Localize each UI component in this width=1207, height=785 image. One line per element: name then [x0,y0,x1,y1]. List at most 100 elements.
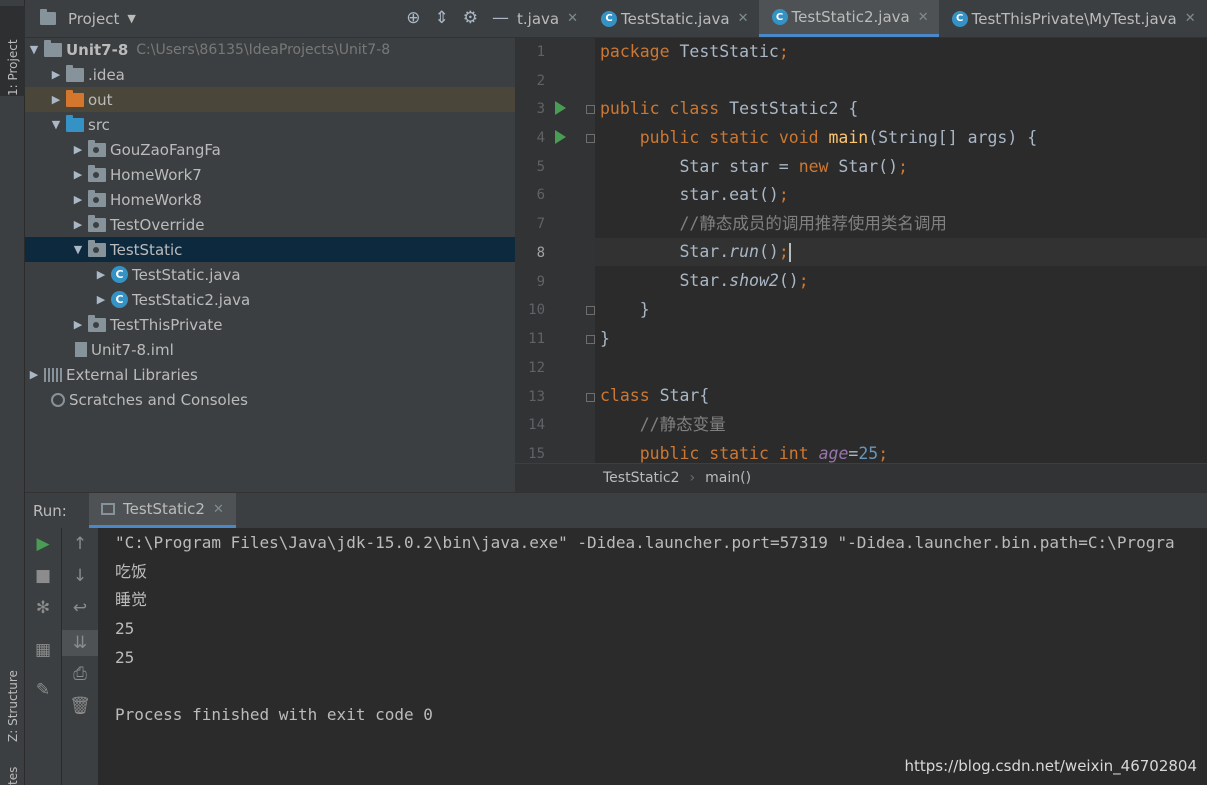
module-folder-icon [44,39,62,57]
run-method-icon[interactable] [555,130,566,144]
rerun-icon[interactable]: ▶ [25,534,61,554]
code-line: //静态成员的调用推荐使用类名调用 [679,214,947,233]
run-tab-label: TestStatic2 [123,500,205,518]
close-icon[interactable]: ✕ [567,11,578,26]
run-class-icon[interactable] [555,101,566,115]
close-icon[interactable]: ✕ [918,10,929,25]
tree-item-idea[interactable]: ▶ .idea [25,62,515,87]
chevron-down-icon[interactable]: ▼ [71,243,85,256]
chevron-right-icon[interactable]: ▶ [94,268,108,281]
java-class-icon: C [111,266,128,283]
tree-item-testthisprivate[interactable]: ▶ TestThisPrivate [25,312,515,337]
chevron-right-icon[interactable]: ▶ [71,218,85,231]
package-icon [88,189,106,207]
java-class-icon: C [951,10,968,27]
chevron-right-icon[interactable]: ▶ [27,368,41,381]
code-line: public static void main(String[] args) { [639,128,1038,147]
line-number: 11 [528,331,545,347]
tree-item-unit7-8-iml[interactable]: Unit7-8.iml [25,337,515,362]
project-tool-tab[interactable]: 1: Project [0,6,25,96]
close-icon[interactable]: ✕ [213,502,224,517]
console-line: 25 [115,619,135,638]
breadcrumb-class[interactable]: TestStatic2 [603,470,680,486]
line-number: 15 [528,446,545,462]
soft-wrap-icon[interactable]: ↩ [62,598,98,618]
tree-item-teststatic2-java[interactable]: ▶ C TestStatic2.java [25,287,515,312]
package-icon [88,239,106,257]
fold-icon[interactable] [586,393,595,402]
tree-item-homework7[interactable]: ▶ HomeWork7 [25,162,515,187]
collapse-all-icon[interactable]: ⇕ [435,8,449,28]
console-output[interactable]: "C:\Program Files\Java\jdk-15.0.2\bin\ja… [98,528,1207,785]
libraries-icon [44,367,62,382]
tree-item-src[interactable]: ▼ src [25,112,515,137]
run-panel-label: Run: [33,501,67,520]
hide-icon[interactable]: — [492,8,509,28]
project-tool-tab-label: 1: Project [5,39,20,96]
console-icon [101,503,115,515]
code-line: package TestStatic; [600,42,789,61]
chevron-down-icon[interactable]: ▼ [127,12,135,25]
print-icon[interactable]: ⎙ [62,664,98,684]
pin-icon[interactable]: ✎ [25,680,61,700]
gear-icon[interactable]: ⚙ [463,8,478,28]
run-panel-header: Run: TestStatic2 ✕ [25,492,1207,528]
favorites-tool-tab[interactable]: tes [0,765,25,785]
chevron-down-icon[interactable]: ▼ [27,43,41,56]
chevron-right-icon[interactable]: ▶ [49,93,63,106]
tree-item-homework8[interactable]: ▶ HomeWork8 [25,187,515,212]
editor-tab-bar: t.java ✕ C TestStatic.java ✕ C TestStati… [515,0,1207,38]
source-folder-icon [66,114,84,132]
trash-icon[interactable]: 🗑 [62,696,98,716]
project-view-selector[interactable]: Project [68,10,119,28]
tree-item-label: TestStatic2.java [132,290,251,309]
editor-tab-mytest[interactable]: C TestThisPrivate\MyTest.java ✕ [939,0,1206,37]
layout-icon[interactable]: ▦ [25,640,61,660]
tree-item-external-libraries[interactable]: ▶ External Libraries [25,362,515,387]
chevron-down-icon[interactable]: ▼ [49,118,63,131]
breadcrumb-method[interactable]: main() [705,470,751,486]
chevron-right-icon[interactable]: ▶ [71,168,85,181]
fold-icon[interactable] [586,105,595,114]
line-number: 7 [536,216,545,232]
code-line: Star.run(); [600,242,791,262]
editor-tab-partial[interactable]: t.java ✕ [515,0,588,37]
code-editor[interactable]: package TestStatic; public class TestSta… [595,38,1207,463]
tree-item-out[interactable]: ▶ out [25,87,515,112]
tree-item-teststatic-java[interactable]: ▶ C TestStatic.java [25,262,515,287]
line-number: 12 [528,360,545,376]
run-toolbar-secondary: ↑ ↓ ↩ ⇊ ⎙ 🗑 [61,528,98,785]
tree-item-unit7-8[interactable]: ▼ Unit7-8 C:\Users\86135\IdeaProjects\Un… [25,37,515,62]
run-tab-teststatic2[interactable]: TestStatic2 ✕ [89,493,236,528]
tree-item-scratches[interactable]: Scratches and Consoles [25,387,515,412]
code-line: Star.show2(); [600,271,809,290]
chevron-right-icon[interactable]: ▶ [49,68,63,81]
restore-layout-icon[interactable]: ✻ [25,598,61,618]
chevron-right-icon[interactable]: ▶ [71,318,85,331]
scroll-to-end-icon[interactable]: ⇊ [62,630,98,656]
arrow-up-icon[interactable]: ↑ [62,534,98,554]
tree-item-teststatic[interactable]: ▼ TestStatic [25,237,515,262]
tree-item-label: External Libraries [66,365,198,384]
fold-icon[interactable] [586,306,595,315]
close-icon[interactable]: ✕ [738,11,749,26]
tree-item-label: Unit7-8 [66,40,129,59]
arrow-down-icon[interactable]: ↓ [62,566,98,586]
editor-tab-teststatic2[interactable]: C TestStatic2.java ✕ [758,0,939,37]
tree-item-testoverride[interactable]: ▶ TestOverride [25,212,515,237]
tree-item-gouzaofangfa[interactable]: ▶ GouZaoFangFa [25,137,515,162]
fold-icon[interactable] [586,134,595,143]
chevron-right-icon[interactable]: ▶ [71,143,85,156]
chevron-right-icon[interactable]: ▶ [94,293,108,306]
editor-tab-teststatic[interactable]: C TestStatic.java ✕ [588,0,759,37]
fold-icon[interactable] [586,335,595,344]
console-line: Process finished with exit code 0 [115,705,433,724]
editor-tab-label: TestStatic.java [620,9,730,28]
package-icon [88,314,106,332]
structure-tool-tab[interactable]: Z: Structure [0,642,25,742]
chevron-right-icon[interactable]: ▶ [71,193,85,206]
stop-icon[interactable]: ■ [25,566,61,586]
package-icon [88,214,106,232]
close-icon[interactable]: ✕ [1185,11,1196,26]
locate-icon[interactable]: ⊕ [406,8,420,28]
